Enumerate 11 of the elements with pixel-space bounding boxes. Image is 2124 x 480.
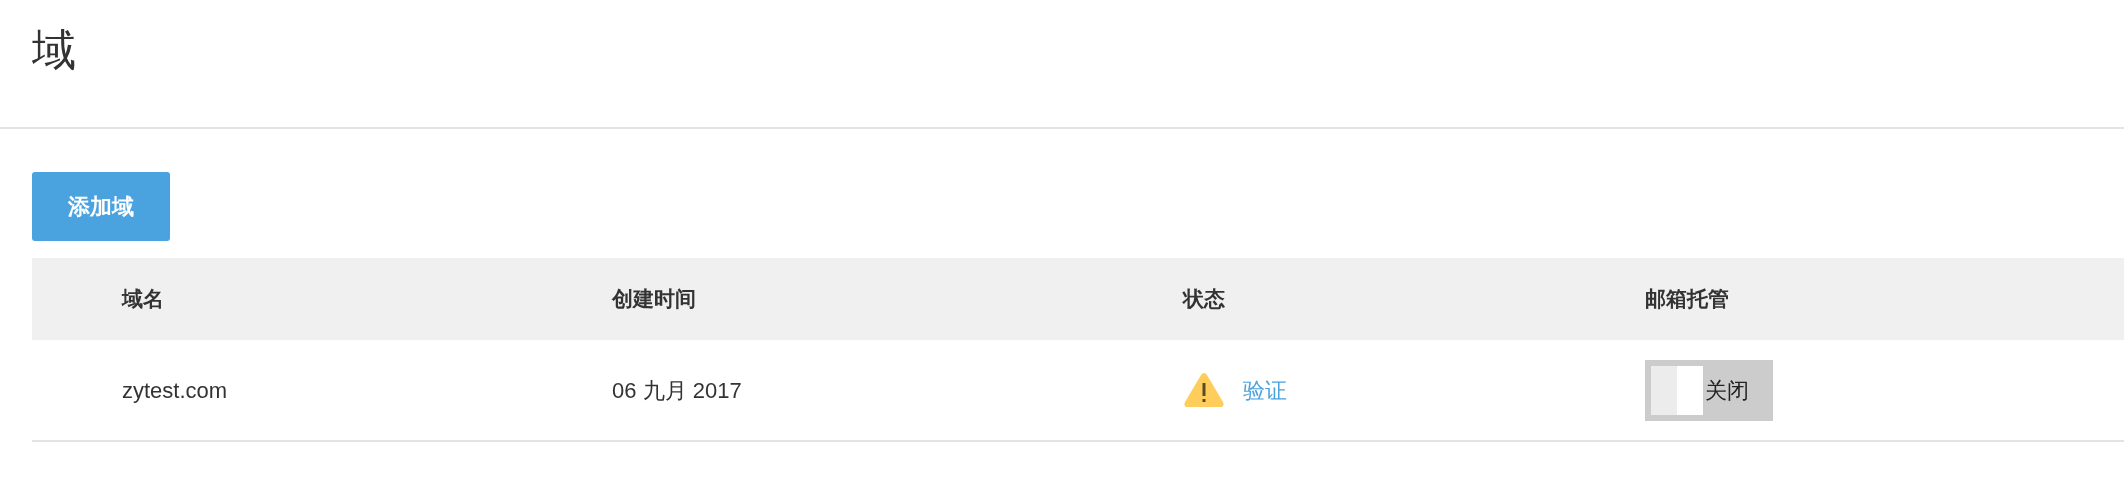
verify-link[interactable]: 验证 bbox=[1243, 373, 1287, 407]
page-title: 域 bbox=[32, 24, 76, 76]
column-header: 邮箱托管 bbox=[1645, 287, 1729, 311]
toggle-switch[interactable]: 关闭 bbox=[1645, 359, 1773, 421]
column-header: 状态 bbox=[1183, 287, 1225, 311]
table-cell-text: 06 九月 2017 bbox=[612, 376, 742, 405]
column-header: 域名 bbox=[122, 287, 164, 311]
add-domain-button[interactable]: 添加域 bbox=[32, 172, 170, 241]
table-cell-text: zytest.com bbox=[122, 376, 228, 405]
warning-icon bbox=[1183, 372, 1225, 408]
column-header: 创建时间 bbox=[612, 287, 696, 311]
